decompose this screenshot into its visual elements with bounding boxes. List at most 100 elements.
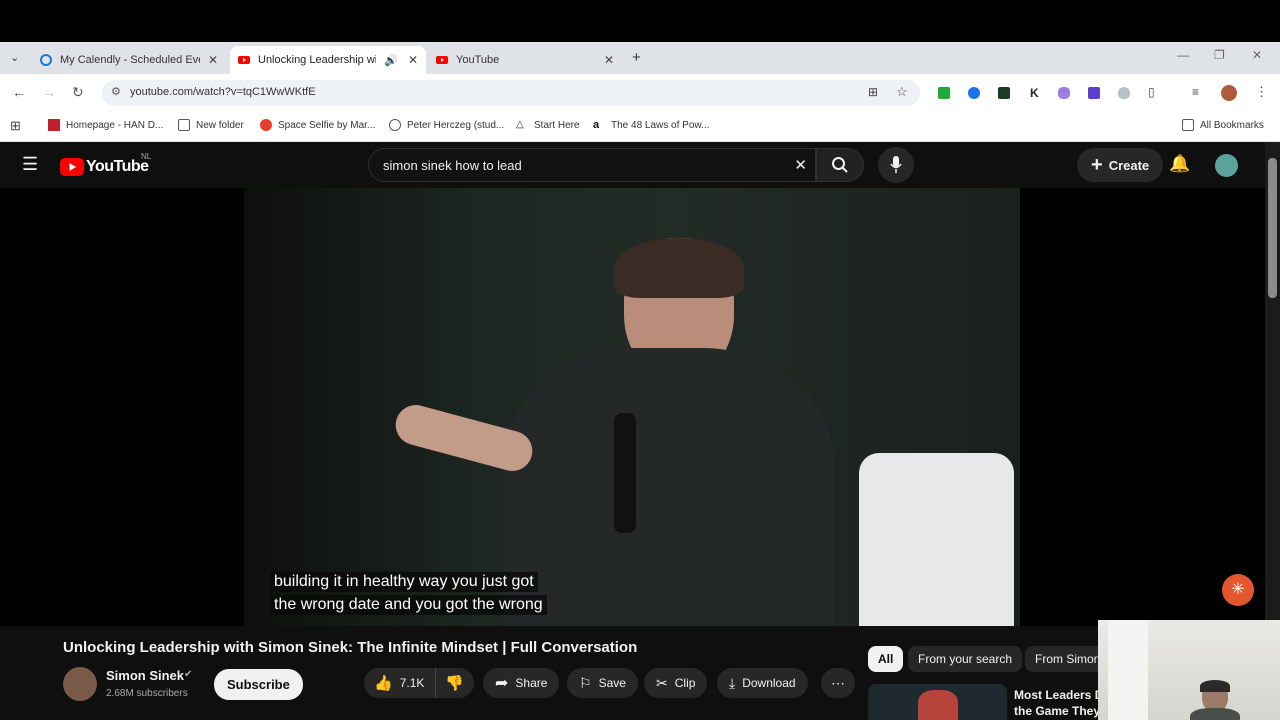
forward-icon[interactable]: → bbox=[42, 84, 56, 100]
youtube-logo[interactable]: YouTube NL bbox=[60, 152, 160, 178]
save-button[interactable]: ⚐ Save bbox=[567, 668, 638, 698]
screen-top-band bbox=[0, 0, 1280, 42]
tab-youtube[interactable]: YouTube ✕ bbox=[428, 46, 622, 74]
search-input[interactable]: simon sinek how to lead ✕ bbox=[368, 148, 816, 182]
chip-label: All bbox=[878, 652, 894, 666]
minimize-icon[interactable]: — bbox=[1177, 48, 1189, 62]
bookmark-start-here[interactable]: △ Start Here bbox=[516, 119, 580, 131]
extension-blue-circle-icon[interactable] bbox=[968, 87, 980, 99]
video-title: Unlocking Leadership with Simon Sinek: T… bbox=[63, 639, 638, 656]
youtube-favicon-icon bbox=[238, 56, 250, 64]
voice-search-button[interactable] bbox=[878, 147, 914, 183]
tab-label: My Calendly - Scheduled Event... bbox=[60, 54, 200, 66]
folder-icon bbox=[178, 119, 190, 131]
search-button[interactable] bbox=[816, 148, 864, 182]
install-app-icon[interactable]: ⊞ bbox=[868, 85, 878, 99]
extension-check-icon[interactable] bbox=[998, 87, 1010, 99]
youtube-page: ☰ YouTube NL simon sinek how to lead ✕ +… bbox=[0, 142, 1280, 720]
close-tab-icon[interactable]: ✕ bbox=[208, 53, 218, 67]
amazon-icon: a bbox=[593, 119, 600, 131]
share-icon: ➦ bbox=[495, 675, 509, 692]
tab-calendly[interactable]: My Calendly - Scheduled Event... ✕ bbox=[32, 46, 226, 74]
video-info: Unlocking Leadership with Simon Sinek: T… bbox=[0, 626, 1265, 720]
profile-avatar[interactable] bbox=[1221, 85, 1237, 101]
thumbs-up-icon: 👍 bbox=[374, 675, 393, 692]
hamburger-menu-icon[interactable]: ☰ bbox=[22, 154, 38, 175]
extension-green-icon[interactable] bbox=[938, 87, 950, 99]
channel-avatar[interactable] bbox=[63, 667, 97, 701]
more-actions-button[interactable]: ⋯ bbox=[821, 668, 855, 698]
bookmark-star-icon[interactable]: ☆ bbox=[896, 84, 908, 100]
bookmark-new-folder[interactable]: New folder bbox=[178, 119, 244, 131]
bookmark-homepage-han[interactable]: Homepage - HAN D... bbox=[48, 119, 163, 131]
han-logo-icon bbox=[48, 119, 60, 131]
space-selfie-icon bbox=[260, 119, 272, 131]
related-video-title-line1[interactable]: Most Leaders Do bbox=[1014, 688, 1111, 702]
reload-icon[interactable]: ↻ bbox=[72, 84, 84, 101]
subscribe-button[interactable]: Subscribe bbox=[214, 669, 303, 700]
calendly-icon bbox=[40, 54, 52, 66]
restore-icon[interactable]: ❐ bbox=[1214, 48, 1225, 62]
bookmark-peter-herczeg[interactable]: Peter Herczeg (stud... bbox=[389, 119, 504, 131]
bookmark-label: Peter Herczeg (stud... bbox=[407, 119, 505, 131]
chrome-menu-icon[interactable]: ⋮ bbox=[1255, 84, 1268, 100]
youtube-header: ☰ YouTube NL simon sinek how to lead ✕ +… bbox=[0, 142, 1265, 188]
folder-icon bbox=[1182, 119, 1194, 131]
speaker-figure bbox=[391, 238, 834, 626]
bookmark-space-selfie[interactable]: Space Selfie by Mar... bbox=[260, 119, 375, 131]
account-avatar[interactable] bbox=[1213, 152, 1240, 179]
like-button[interactable]: 👍 7.1K bbox=[364, 668, 436, 698]
caption-line-1: building it in healthy way you just got bbox=[270, 572, 538, 592]
close-tab-icon[interactable]: ✕ bbox=[408, 53, 418, 67]
extension-u-icon[interactable] bbox=[1088, 87, 1100, 99]
globe-icon bbox=[389, 119, 401, 131]
close-tab-icon[interactable]: ✕ bbox=[604, 53, 614, 67]
video-player[interactable]: building it in healthy way you just got … bbox=[0, 188, 1265, 626]
extension-purple-icon[interactable] bbox=[1058, 87, 1070, 99]
youtube-play-icon bbox=[60, 158, 84, 176]
url-text[interactable]: youtube.com/watch?v=tqC1WwWKtfE bbox=[130, 86, 316, 98]
plus-icon: + bbox=[1091, 154, 1103, 176]
tab-search-chevron-icon[interactable]: ⌄ bbox=[10, 51, 19, 64]
triangle-icon: △ bbox=[516, 119, 524, 130]
site-info-icon[interactable]: ⚙ bbox=[111, 85, 121, 98]
search-icon bbox=[832, 157, 848, 173]
thumbs-down-icon[interactable]: 👎 bbox=[445, 674, 464, 692]
bookmark-label: The 48 Laws of Pow... bbox=[611, 119, 710, 131]
microphone-icon bbox=[890, 156, 902, 173]
webcam-overlay bbox=[1098, 620, 1280, 720]
chip-from-your-search[interactable]: From your search bbox=[908, 646, 1023, 672]
verified-check-icon: ✔ bbox=[184, 669, 193, 680]
region-code: NL bbox=[141, 152, 152, 161]
clear-search-icon[interactable]: ✕ bbox=[794, 156, 807, 174]
extensions-puzzle-icon[interactable]: ▯ bbox=[1148, 85, 1155, 99]
chip-all[interactable]: All bbox=[868, 646, 904, 672]
back-icon[interactable]: ← bbox=[12, 84, 26, 100]
like-dislike-group: 👍 7.1K 👎 bbox=[364, 668, 474, 698]
address-bar[interactable]: ⚙ youtube.com/watch?v=tqC1WwWKtfE ⊞ ☆ bbox=[102, 80, 920, 106]
clip-button[interactable]: ✂ Clip bbox=[644, 668, 708, 698]
tab-youtube-video[interactable]: Unlocking Leadership with 🔊 ✕ bbox=[230, 46, 426, 74]
related-video-thumbnail[interactable] bbox=[868, 684, 1007, 720]
download-button[interactable]: ⤓ Download bbox=[717, 668, 808, 698]
create-label: Create bbox=[1108, 157, 1150, 173]
channel-name[interactable]: Simon Sinek bbox=[106, 668, 184, 683]
bookmark-48-laws[interactable]: a The 48 Laws of Pow... bbox=[593, 119, 709, 131]
search-query[interactable]: simon sinek how to lead bbox=[383, 158, 522, 173]
scrollbar-thumb[interactable] bbox=[1268, 158, 1277, 298]
all-bookmarks[interactable]: All Bookmarks bbox=[1182, 119, 1264, 131]
create-button[interactable]: + Create bbox=[1077, 148, 1164, 182]
share-button[interactable]: ➦ Share bbox=[483, 668, 560, 698]
apps-grid-icon[interactable]: ⊞ bbox=[10, 118, 21, 134]
chip-label: From your search bbox=[918, 652, 1013, 666]
notifications-bell-icon[interactable]: 🔔 bbox=[1169, 154, 1190, 174]
chip-label: From Simon bbox=[1035, 652, 1101, 666]
audio-playing-icon[interactable]: 🔊 bbox=[384, 54, 398, 67]
close-window-icon[interactable]: ✕ bbox=[1252, 48, 1262, 62]
media-control-icon[interactable]: ≡ bbox=[1192, 85, 1199, 99]
extension-shield-icon[interactable] bbox=[1118, 87, 1130, 99]
floating-extension-button[interactable]: ✳ bbox=[1222, 574, 1254, 606]
extension-k-icon[interactable]: K bbox=[1030, 86, 1039, 100]
related-video-title-line2[interactable]: the Game They'r bbox=[1014, 704, 1108, 718]
new-tab-icon[interactable]: + bbox=[632, 49, 641, 66]
